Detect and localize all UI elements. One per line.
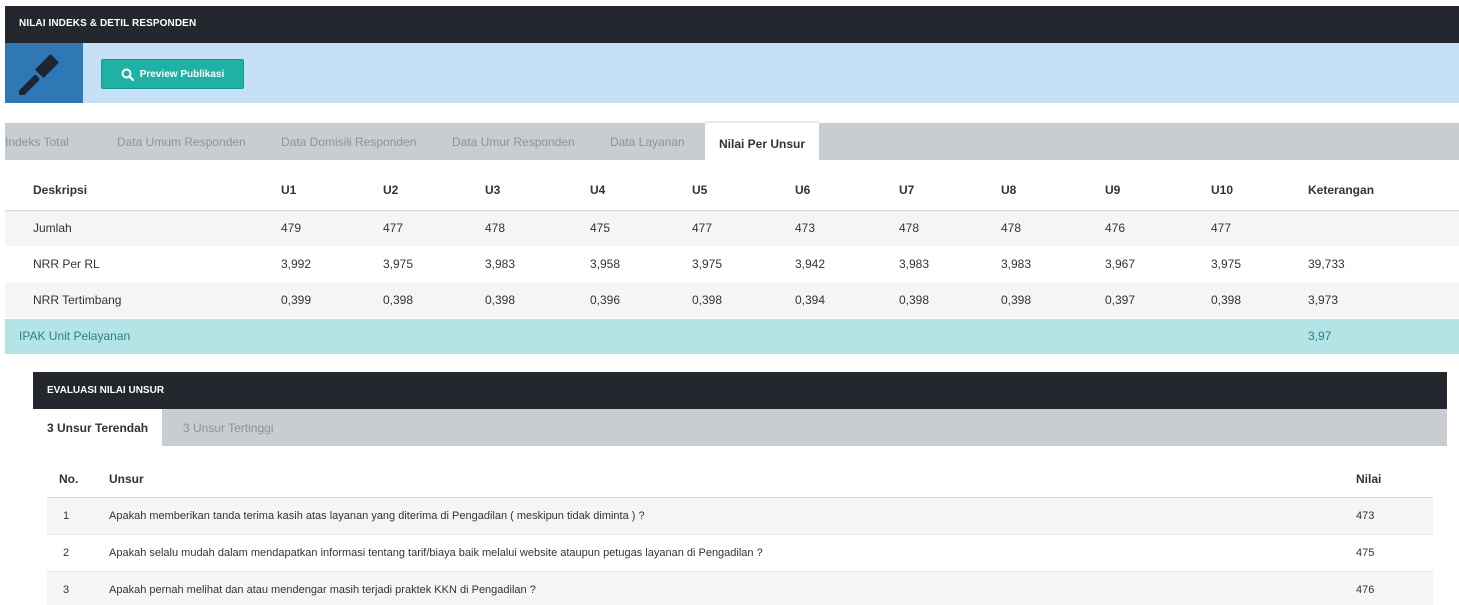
nilai-unsur-table: Deskripsi U1 U2 U3 U4 U5 U6 U7 U8 U9 U10… <box>5 170 1459 355</box>
table-cell: 478 <box>1001 210 1105 247</box>
row-label: NRR Tertimbang <box>5 282 281 319</box>
unsur-text: Apakah pernah melihat dan atau mendengar… <box>109 571 1356 605</box>
preview-publikasi-button[interactable]: Preview Publikasi <box>101 59 244 89</box>
evaluasi-tab-bar: 3 Unsur Terendah 3 Unsur Tertinggi <box>33 409 1447 446</box>
tab-data-umur-responden[interactable]: Data Umur Responden <box>452 123 575 160</box>
gavel-icon <box>19 54 59 95</box>
table-cell: 39,733 <box>1308 246 1459 283</box>
table-cell: 473 <box>795 210 899 247</box>
preview-publikasi-label: Preview Publikasi <box>139 68 225 80</box>
tab-data-layanan[interactable]: Data Layanan <box>610 123 685 160</box>
column-header: U1 <box>281 170 383 211</box>
search-icon <box>121 68 134 81</box>
table-cell: 3,975 <box>692 246 795 283</box>
column-header: U3 <box>485 170 590 211</box>
table-cell: 3,975 <box>1211 246 1308 283</box>
table-row: 3 Apakah pernah melihat dan atau mendeng… <box>47 571 1433 605</box>
table-row: NRR Per RL 3,992 3,975 3,983 3,958 3,975… <box>5 246 1459 283</box>
table-cell: 0,396 <box>590 282 692 319</box>
table-cell: 3,983 <box>1001 246 1105 283</box>
table-cell: 3,958 <box>590 246 692 283</box>
column-header: U5 <box>692 170 795 211</box>
row-number: 3 <box>47 571 109 605</box>
table-cell: 0,398 <box>692 282 795 319</box>
column-header: Keterangan <box>1308 170 1459 211</box>
column-header: Nilai <box>1356 461 1433 498</box>
column-header: U8 <box>1001 170 1105 211</box>
table-cell: 0,398 <box>1001 282 1105 319</box>
ipak-row: IPAK Unit Pelayanan 3,97 <box>5 317 1459 355</box>
page-title: NILAI INDEKS & DETIL RESPONDEN <box>5 6 1459 43</box>
unsur-text: Apakah selalu mudah dalam mendapatkan in… <box>109 534 1356 572</box>
column-header: U4 <box>590 170 692 211</box>
nilai-value: 473 <box>1356 497 1433 535</box>
table-cell: 3,975 <box>383 246 485 283</box>
table-cell: 479 <box>281 210 383 247</box>
table-cell: 478 <box>899 210 1001 247</box>
column-header: U7 <box>899 170 1001 211</box>
table-header-row: Deskripsi U1 U2 U3 U4 U5 U6 U7 U8 U9 U10… <box>5 170 1459 211</box>
column-header: U10 <box>1211 170 1308 211</box>
table-cell: 3,983 <box>485 246 590 283</box>
table-cell: 478 <box>485 210 590 247</box>
table-cell: 477 <box>692 210 795 247</box>
nilai-value: 475 <box>1356 534 1433 572</box>
table-cell: 0,398 <box>485 282 590 319</box>
row-label: Jumlah <box>5 210 281 247</box>
table-cell: 0,397 <box>1105 282 1211 319</box>
unsur-text: Apakah memberikan tanda terima kasih ata… <box>109 497 1356 535</box>
toolbar: Preview Publikasi <box>5 43 1459 103</box>
table-cell: 477 <box>1211 210 1308 247</box>
table-cell <box>1308 210 1459 247</box>
row-number: 2 <box>47 534 109 572</box>
column-header: U6 <box>795 170 899 211</box>
table-cell: 3,973 <box>1308 282 1459 319</box>
row-label: NRR Per RL <box>5 246 281 283</box>
logo <box>5 43 83 103</box>
table-cell: 476 <box>1105 210 1211 247</box>
tab-data-umum-responden[interactable]: Data Umum Responden <box>117 123 246 160</box>
table-cell: 0,398 <box>1211 282 1308 319</box>
table-cell: 475 <box>590 210 692 247</box>
column-header: Unsur <box>109 461 1356 498</box>
table-row: 1 Apakah memberikan tanda terima kasih a… <box>47 497 1433 535</box>
table-header-row: No. Unsur Nilai <box>47 461 1433 498</box>
evaluasi-title: EVALUASI NILAI UNSUR <box>33 372 1447 409</box>
column-header: U2 <box>383 170 485 211</box>
table-cell: 0,398 <box>383 282 485 319</box>
column-header: No. <box>47 461 109 498</box>
row-number: 1 <box>47 497 109 535</box>
table-row: NRR Tertimbang 0,399 0,398 0,398 0,396 0… <box>5 282 1459 319</box>
column-header: U9 <box>1105 170 1211 211</box>
tab-nilai-per-unsur[interactable]: Nilai Per Unsur <box>705 121 820 160</box>
column-header: Deskripsi <box>5 170 281 211</box>
table-cell: 3,983 <box>899 246 1001 283</box>
table-row: Jumlah 479 477 478 475 477 473 478 478 4… <box>5 210 1459 247</box>
table-cell: 3,967 <box>1105 246 1211 283</box>
table-cell: 3,942 <box>795 246 899 283</box>
ipak-value: 3,97 <box>1308 317 1459 355</box>
table-cell: 0,394 <box>795 282 899 319</box>
unsur-table: No. Unsur Nilai 1 Apakah memberikan tand… <box>47 461 1433 605</box>
tab-data-domisili-responden[interactable]: Data Domisili Responden <box>281 123 416 160</box>
table-cell: 0,399 <box>281 282 383 319</box>
nilai-value: 476 <box>1356 571 1433 605</box>
tab-3-unsur-tertinggi[interactable]: 3 Unsur Tertinggi <box>183 409 274 446</box>
tab-3-unsur-terendah[interactable]: 3 Unsur Terendah <box>33 409 163 446</box>
table-cell: 477 <box>383 210 485 247</box>
ipak-label: IPAK Unit Pelayanan <box>5 317 1308 355</box>
table-row: 2 Apakah selalu mudah dalam mendapatkan … <box>47 534 1433 572</box>
tab-indeks-total[interactable]: Indeks Total <box>5 123 69 160</box>
table-cell: 3,992 <box>281 246 383 283</box>
table-cell: 0,398 <box>899 282 1001 319</box>
tab-bar: Indeks Total Data Umum Responden Data Do… <box>5 121 1459 160</box>
